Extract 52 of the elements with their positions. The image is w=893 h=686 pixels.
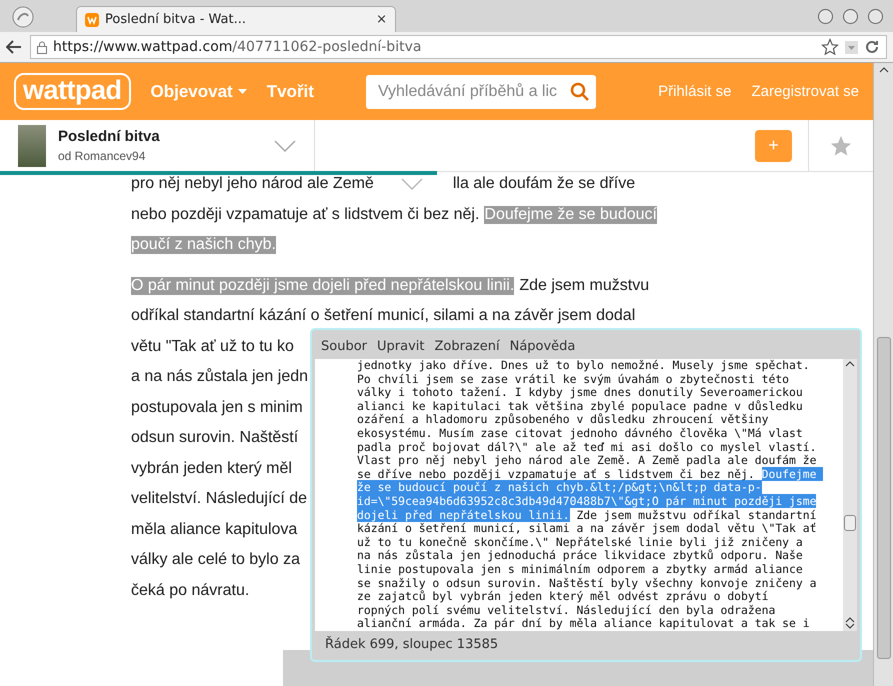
story-text: a na nás zůstala jen jedn	[131, 368, 308, 386]
minimize-button[interactable]	[818, 9, 833, 24]
story-text: lla ale doufám že se dříve	[452, 175, 636, 194]
tab-title: Poslední bitva - Wat...	[105, 12, 248, 27]
story-text: O pár minut později jsme dojeli před nepřátelskou linii.	[131, 276, 514, 295]
story-text: pro něj nebyl jeho národ ale Země	[131, 175, 374, 194]
story-text: postupovala jen s minim	[131, 398, 303, 417]
lock-icon	[37, 40, 47, 54]
search-field[interactable]: Vyhledávání příběhů a lic	[366, 74, 596, 108]
story-text: větu "Tak ať už to tu ko	[131, 338, 294, 356]
browser-tab[interactable]: Poslední bitva - Wat... ×	[76, 6, 396, 32]
star-icon[interactable]	[821, 38, 839, 56]
back-arrow-icon[interactable]	[6, 40, 22, 54]
scrollbar-thumb[interactable]	[876, 337, 890, 659]
browser-logo-icon[interactable]	[12, 6, 34, 28]
scrollbar-thumb[interactable]	[844, 515, 856, 531]
story-text: poučí z našich chyb.	[131, 236, 276, 254]
story-text: války ale celé to bylo za	[131, 551, 300, 570]
editor-scrollbar[interactable]	[843, 359, 857, 631]
story-author: od Romancev94	[58, 149, 146, 163]
menu-item[interactable]: Soubor	[321, 338, 367, 354]
scroll-down-icon[interactable]	[845, 623, 855, 629]
page-scrollbar[interactable]	[873, 63, 893, 686]
story-text: Doufejme že se budoucí	[484, 206, 657, 224]
cover-photo-placeholder	[18, 124, 46, 166]
menu-item[interactable]: Upravit	[377, 338, 424, 354]
story-text: nebo později vzpamatuje ať s lidstvem či bez něj.	[131, 206, 480, 224]
tab-close-button[interactable]: ×	[376, 12, 387, 27]
scroll-up-icon[interactable]	[845, 361, 855, 367]
story-text: Zde jsem mužstvu	[519, 276, 650, 295]
story-text: odsun surovin. Naštěstí	[131, 429, 298, 448]
dropdown-icon[interactable]	[845, 40, 858, 54]
story-text: velitelství. Následující de	[131, 490, 308, 508]
menu-item[interactable]: Nápověda	[510, 338, 576, 354]
story-text: odříkal standartní kázání o šetření municí, silami a na závěr jsem dodal	[131, 307, 636, 326]
search-icon[interactable]	[570, 82, 590, 102]
scroll-up-icon[interactable]	[845, 617, 855, 623]
menu-item[interactable]: Zobrazení	[434, 338, 500, 354]
address-bar[interactable]: https://www.wattpad.com/407711062-poslední-bitva	[30, 35, 887, 59]
reload-icon[interactable]	[864, 39, 880, 55]
caret-icon	[238, 89, 247, 94]
story-title: Poslední bitva	[58, 128, 161, 145]
story-text: vybrán jeden který měl	[131, 460, 292, 478]
scroll-up-icon[interactable]	[878, 67, 888, 73]
star-icon[interactable]	[829, 134, 853, 158]
maximize-button[interactable]	[843, 9, 858, 24]
close-button[interactable]	[868, 9, 883, 24]
wattpad-favicon-icon	[85, 12, 99, 26]
story-text: čeká po návratu.	[131, 582, 250, 600]
url-text: https://www.wattpad.com/407711062-poslední-bitva	[53, 39, 422, 55]
status-text: Řádek 699, sloupec 13585	[325, 636, 498, 652]
story-text: měla aliance kapitulova	[131, 520, 298, 539]
